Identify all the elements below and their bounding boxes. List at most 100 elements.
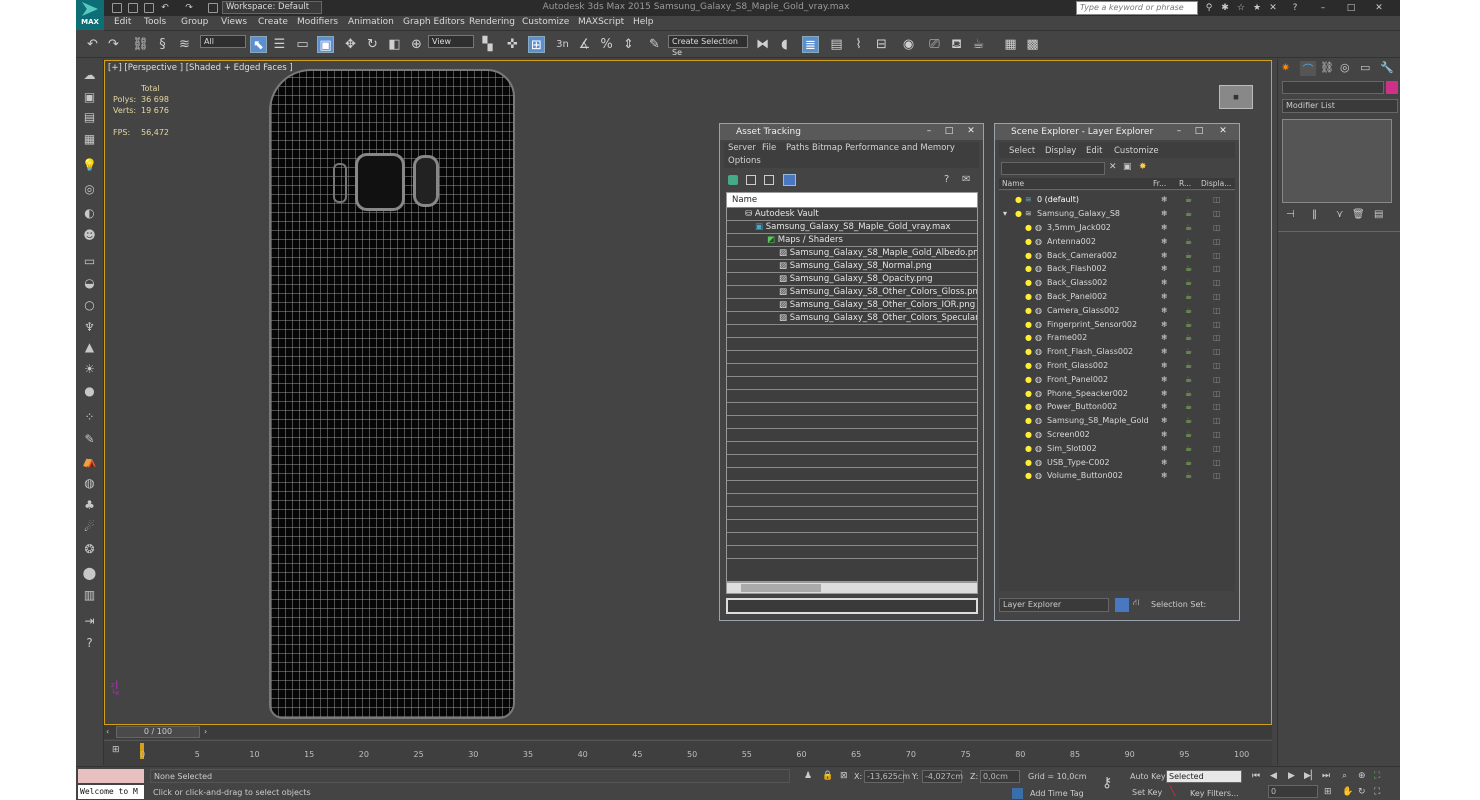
menu-animation[interactable]: Animation: [348, 17, 394, 27]
freeze-icon[interactable]: ❄: [1161, 207, 1168, 220]
render-icon[interactable]: ☕: [1185, 359, 1192, 372]
render-icon[interactable]: ☕: [1185, 456, 1192, 469]
object-row[interactable]: ● ◍ Phone_Speacker002 ❄ ☕ ◫: [999, 387, 1235, 400]
render-icon[interactable]: ☕: [1185, 221, 1192, 234]
redo-icon[interactable]: ↷: [105, 36, 122, 53]
freeze-icon[interactable]: ❄: [1161, 456, 1168, 469]
go-to-end-icon[interactable]: ⏭: [1322, 771, 1330, 781]
freeze-icon[interactable]: ❄: [1161, 276, 1168, 289]
filter-icon[interactable]: ✸: [1139, 162, 1147, 172]
binoculars-icon[interactable]: ⚲: [1204, 3, 1214, 13]
set-key-button[interactable]: Set Key: [1132, 788, 1162, 797]
display-icon[interactable]: ◫: [1213, 345, 1221, 358]
menu-edit[interactable]: Edit: [1086, 146, 1102, 156]
render-icon[interactable]: ☕: [1185, 262, 1192, 275]
object-name-field[interactable]: [1282, 81, 1384, 94]
display-icon[interactable]: ◫: [1213, 290, 1221, 303]
scene-search-input[interactable]: [1001, 162, 1105, 175]
display-icon[interactable]: ◫: [1213, 469, 1221, 482]
menu-customize[interactable]: Customize: [1114, 146, 1159, 156]
maximize-icon[interactable]: □: [939, 125, 959, 137]
bind-space-warp-icon[interactable]: ≋: [176, 36, 193, 53]
export-icon[interactable]: ⇥: [81, 613, 98, 629]
show-end-result-icon[interactable]: ‖: [1312, 209, 1317, 220]
close-icon[interactable]: ✕: [1213, 125, 1233, 137]
motion-tab-icon[interactable]: ◎: [1340, 61, 1350, 74]
render-icon[interactable]: ☕: [1185, 235, 1192, 248]
rect-selection-icon[interactable]: ▭: [294, 36, 311, 53]
display-icon[interactable]: ◫: [1213, 235, 1221, 248]
light-bulb-icon[interactable]: ●: [1025, 318, 1032, 331]
render-icon[interactable]: ☕: [1185, 345, 1192, 358]
ball-icon[interactable]: ⬤: [81, 565, 98, 581]
light-icon[interactable]: 💡: [81, 157, 98, 173]
thumbnail-icon[interactable]: [764, 175, 774, 185]
teapot-icon[interactable]: ☁: [81, 67, 98, 83]
light-bulb-icon[interactable]: ●: [1025, 331, 1032, 344]
minimize-icon[interactable]: –: [1169, 125, 1189, 137]
list-item[interactable]: ▨ Samsung_Galaxy_S8_Opacity.png: [727, 273, 977, 286]
particles-icon[interactable]: ⁘: [81, 409, 98, 425]
key-icon[interactable]: ╲: [1170, 787, 1175, 797]
pan-icon[interactable]: ✋: [1342, 787, 1353, 797]
pivot-icon[interactable]: ▚: [479, 36, 496, 53]
time-tag-icon[interactable]: [1012, 788, 1023, 799]
light-bulb-icon[interactable]: ●: [1025, 414, 1032, 427]
display-icon[interactable]: ◫: [1213, 400, 1221, 413]
menu-tools[interactable]: Tools: [144, 17, 166, 27]
light-bulb-icon[interactable]: ●: [1025, 235, 1032, 248]
mini-curve-icon[interactable]: ⊞: [112, 745, 120, 755]
layer-view-icon[interactable]: [1115, 598, 1129, 612]
keyboard-shortcut-icon[interactable]: ⊞: [528, 36, 545, 53]
object-row[interactable]: ● ◍ Fingerprint_Sensor002 ❄ ☕ ◫: [999, 318, 1235, 331]
asset-path-field[interactable]: [726, 598, 978, 614]
render-icon[interactable]: ☕: [1185, 249, 1192, 262]
place-icon[interactable]: ⊕: [408, 36, 425, 53]
shape-icon[interactable]: ◐: [81, 205, 98, 221]
remove-modifier-icon[interactable]: 🗑: [1352, 209, 1365, 220]
help-icon[interactable]: ?: [1290, 3, 1300, 13]
menu-customize[interactable]: Customize: [522, 17, 569, 27]
scale-icon[interactable]: ◧: [386, 36, 403, 53]
pin-stack-icon[interactable]: ⊣: [1286, 209, 1295, 220]
layer-row[interactable]: ● ≋ 0 (default) ❄ ☕ ◫: [999, 193, 1235, 206]
col-freeze[interactable]: Fr...: [1153, 179, 1166, 188]
absolute-mode-icon[interactable]: ⊠: [840, 771, 848, 781]
render-icon[interactable]: ☕: [1185, 400, 1192, 413]
select-by-name-icon[interactable]: ☰: [271, 36, 288, 53]
col-name[interactable]: Name: [1002, 179, 1024, 188]
freeze-icon[interactable]: ❄: [1161, 428, 1168, 441]
schematic-view-icon[interactable]: ⊟: [873, 36, 890, 53]
track-bar[interactable]: ⊞ 0 5 10 15 20 25 30 35 40 45 50 55 60 65 70 75 80 85 90 95…: [104, 740, 1272, 766]
table-icon[interactable]: ▥: [81, 587, 98, 603]
object-row[interactable]: ● ◍ Sim_Slot002 ❄ ☕ ◫: [999, 442, 1235, 455]
key-mode-dropdown[interactable]: Selected: [1166, 770, 1242, 783]
doc-icon[interactable]: ▤: [81, 109, 98, 125]
display-icon[interactable]: ◫: [1213, 304, 1221, 317]
freeze-icon[interactable]: ❄: [1161, 331, 1168, 344]
question-icon[interactable]: ?: [81, 635, 98, 651]
column-header-name[interactable]: Name: [727, 193, 977, 208]
edit-named-sel-icon[interactable]: ✎: [646, 36, 663, 53]
display-icon[interactable]: ◫: [1213, 373, 1221, 386]
display-icon[interactable]: ◫: [1213, 207, 1221, 220]
slider-left-icon[interactable]: ‹: [106, 727, 109, 736]
render-icon[interactable]: ☕: [1185, 318, 1192, 331]
display-icon[interactable]: ◫: [1213, 249, 1221, 262]
hair-icon[interactable]: ☄: [81, 519, 98, 535]
light-bulb-icon[interactable]: ●: [1025, 345, 1032, 358]
render-setup-icon[interactable]: ⎚: [926, 36, 943, 53]
light-bulb-icon[interactable]: ●: [1025, 262, 1032, 275]
window-crossing-icon[interactable]: ▣: [317, 36, 334, 53]
object-row[interactable]: ● ◍ Back_Glass002 ❄ ☕ ◫: [999, 276, 1235, 289]
material-editor-icon[interactable]: ◉: [900, 36, 917, 53]
menu-edit[interactable]: Edit: [114, 17, 131, 27]
table-view-icon[interactable]: [783, 174, 796, 186]
sphere-icon[interactable]: ○: [81, 297, 98, 313]
create-tab-icon[interactable]: ✷: [1281, 61, 1290, 74]
prev-frame-icon[interactable]: ◀: [1270, 771, 1277, 781]
subscription-icon[interactable]: ✱: [1220, 3, 1230, 13]
object-row[interactable]: ● ◍ Front_Flash_Glass002 ❄ ☕ ◫: [999, 345, 1235, 358]
key-filters-button[interactable]: Key Filters...: [1190, 789, 1239, 798]
display-icon[interactable]: ◫: [1213, 276, 1221, 289]
